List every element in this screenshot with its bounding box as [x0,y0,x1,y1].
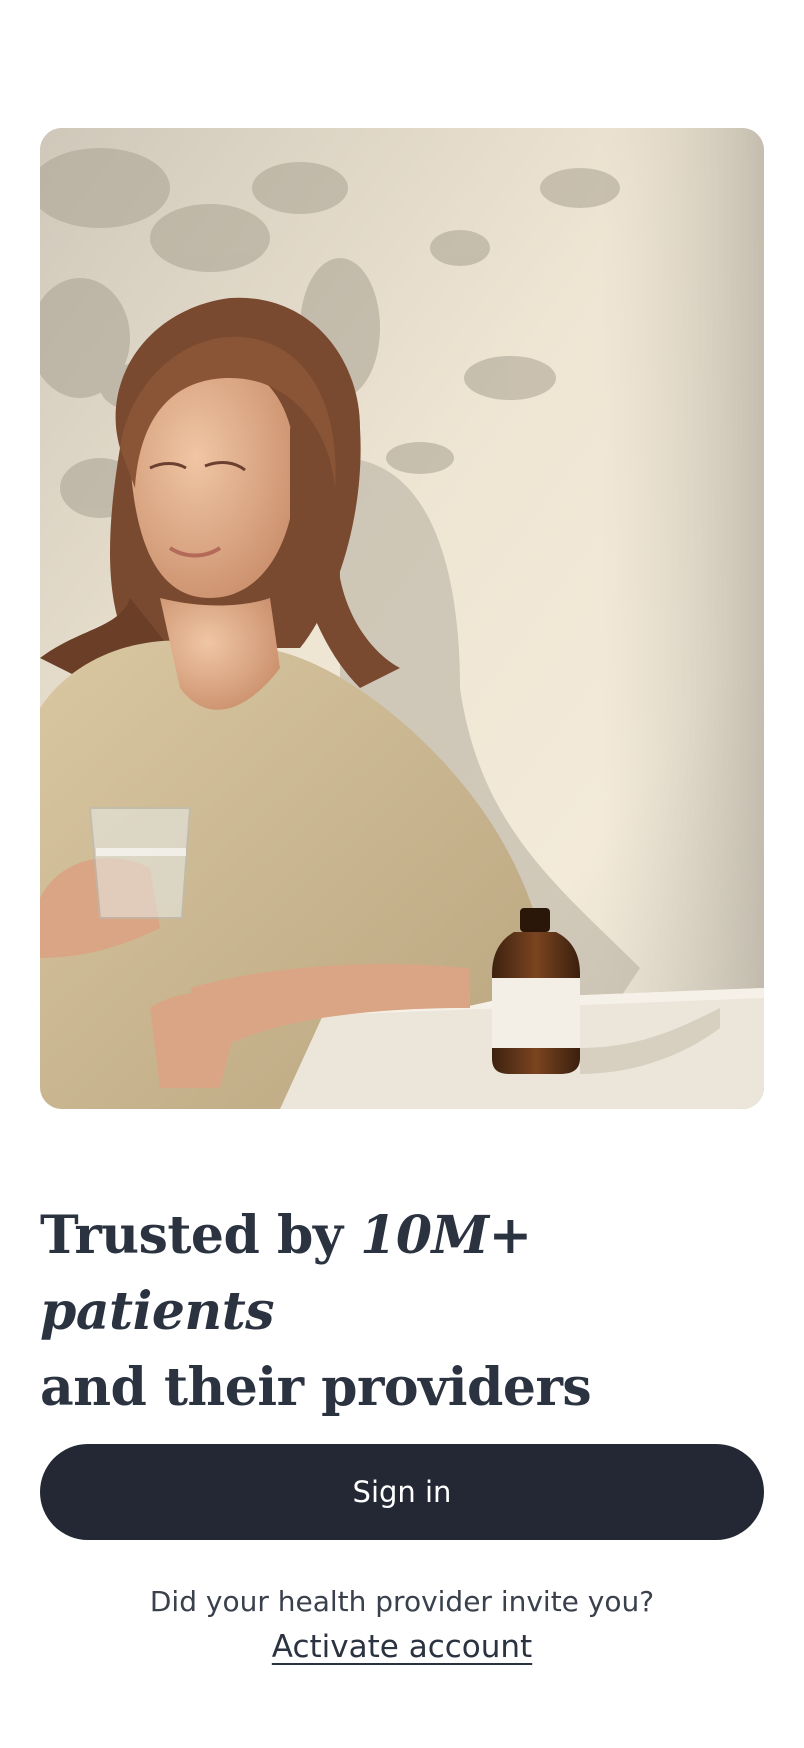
hero-illustration [40,128,764,1109]
headline-part-1: Trusted by [40,1205,361,1266]
headline: Trusted by 10M+ patients and their provi… [40,1198,764,1426]
hero-image [40,128,764,1109]
invite-question: Did your health provider invite you? [149,1585,655,1618]
onboarding-screen: Trusted by 10M+ patients and their provi… [0,0,804,1748]
activate-account-container: Activate account [0,1624,804,1670]
headline-part-2: and their providers [40,1357,592,1418]
sign-in-button[interactable]: Sign in [40,1444,764,1540]
activate-account-link[interactable]: Activate account [272,1629,532,1665]
